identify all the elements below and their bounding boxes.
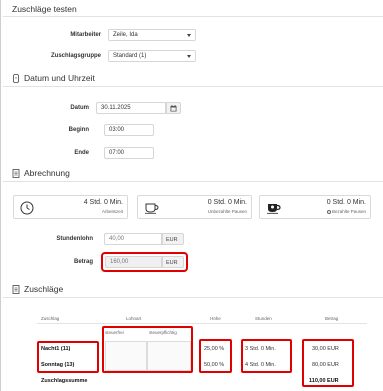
bezahlte-pausen-card: 0 Std. 0 Min. Bezahlte Pausen [259,195,371,219]
chevron-down-icon [187,55,191,58]
zuschlaege-section-title: Zuschläge [24,284,64,294]
ende-label: Ende [74,150,89,156]
col-lohnart: Lohnart [126,316,142,321]
mitarbeiter-select[interactable]: Zeile, Ida [108,29,196,41]
zuschlag-names-highlight [37,341,99,373]
beginn-input[interactable]: 03:00 [104,124,154,136]
summe-label: Zuschlagssumme [41,378,88,384]
watch-icon [13,73,19,83]
coffee-cup-filled-icon [267,204,281,214]
dialog-frame: Zuschläge testen Mitarbeiter Zeile, Ida … [0,0,383,391]
arbeitszeit-card: 4 Std. 0 Min. Arbeitszeit [13,195,128,219]
datum-label: Datum [70,105,89,111]
bezahlte-pausen-caption-text: Bezahlte Pausen [331,209,366,214]
stundenlohn-label: Stundenlohn [56,236,93,242]
stundenlohn-input[interactable]: 40,00 [104,233,162,245]
mitarbeiter-value: Zeile, Ida [113,32,138,38]
betrag-label: Betrag [73,259,93,265]
zuschlagsgruppe-label: Zuschlagsgruppe [50,53,101,59]
calendar-button[interactable] [166,102,181,114]
divider [3,297,383,298]
divider [3,86,383,87]
unbezahlte-pausen-card: 0 Std. 0 Min. Unbezahlte Pausen [137,195,252,219]
zuschlagsgruppe-value: Standard (1) [113,53,147,59]
chevron-down-icon [187,34,191,37]
calendar-icon [170,105,177,112]
hoehe-highlight [199,339,232,373]
clock-icon [20,201,34,215]
document-icon [12,168,20,178]
datum-input[interactable]: 30.11.2025 [96,102,166,114]
datum-section-header: Datum und Uhrzeit [12,73,95,83]
beginn-value: 03:00 [109,127,125,133]
betrag-highlight [101,252,188,272]
table-header-divider [37,323,367,324]
bezahlte-pausen-value: 0 Std. 0 Min. [326,199,366,206]
betrag-column-highlight [302,339,354,387]
coffee-cup-icon [145,203,159,214]
mitarbeiter-label: Mitarbeiter [70,32,101,38]
col-hoehe: Höhe [210,316,221,321]
zuschlaege-section-header: Zuschläge [12,284,63,294]
col-zuschlag: Zuschlag [41,316,60,321]
arbeitszeit-caption: Arbeitszeit [101,209,123,214]
abrechnung-section-title: Abrechnung [24,168,70,178]
info-circle-icon [326,209,331,214]
beginn-label: Beginn [68,127,89,133]
zuschlagsgruppe-select[interactable]: Standard (1) [108,50,196,62]
datum-value: 30.11.2025 [101,105,131,111]
stundenlohn-value: 40,00 [109,236,125,242]
unbezahlte-pausen-caption: Unbezahlte Pausen [207,209,247,214]
col-stunden: Stunden [255,316,272,321]
abrechnung-section-header: Abrechnung [12,168,70,178]
ende-input[interactable]: 07:00 [104,147,154,159]
stundenlohn-unit: EUR [162,233,184,245]
divider [3,181,383,182]
page-title-text: Zuschläge testen [12,4,77,14]
col-betrag: Betrag [325,316,339,321]
arbeitszeit-value: 4 Std. 0 Min. [83,199,123,206]
bezahlte-pausen-caption: Bezahlte Pausen [326,209,366,214]
stunden-highlight [241,339,292,373]
unbezahlte-pausen-value: 0 Std. 0 Min. [207,199,247,206]
page-title: Zuschläge testen [12,4,77,14]
document-icon [12,284,20,294]
divider [3,16,383,17]
lohnart-highlight [102,326,193,373]
ende-value: 07:00 [109,150,125,156]
datum-section-title: Datum und Uhrzeit [24,73,95,83]
